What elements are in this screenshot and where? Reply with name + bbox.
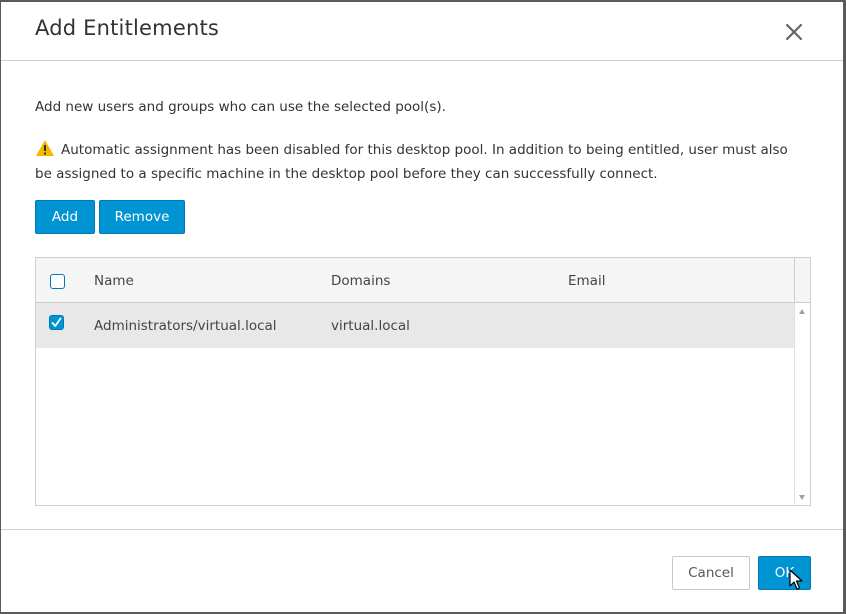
- warning-message: Automatic assignment has been disabled f…: [35, 138, 795, 186]
- column-header-domains[interactable]: Domains: [331, 273, 390, 289]
- remove-button[interactable]: Remove: [99, 200, 185, 234]
- grid-header: Name Domains Email: [36, 258, 794, 303]
- add-button[interactable]: Add: [35, 200, 95, 234]
- table-row[interactable]: Administrators/virtual.local virtual.loc…: [36, 303, 794, 348]
- entitlements-grid: Name Domains Email Administrators/virtua…: [35, 257, 811, 506]
- row-checkbox[interactable]: [49, 315, 64, 330]
- scroll-up-icon[interactable]: [799, 309, 805, 314]
- close-icon[interactable]: [781, 19, 807, 45]
- cancel-button[interactable]: Cancel: [672, 556, 750, 590]
- grid-scrollbar[interactable]: [794, 303, 810, 505]
- cell-domains: virtual.local: [331, 318, 410, 334]
- select-all-checkbox[interactable]: [50, 274, 65, 289]
- dialog-footer: Cancel OK: [1, 529, 843, 612]
- cell-name: Administrators/virtual.local: [94, 318, 277, 334]
- dialog-header: Add Entitlements: [1, 2, 843, 61]
- warning-text: Automatic assignment has been disabled f…: [35, 142, 788, 182]
- add-entitlements-dialog: Add Entitlements Add new users and group…: [1, 2, 843, 612]
- dialog-description: Add new users and groups who can use the…: [35, 99, 446, 115]
- column-header-name[interactable]: Name: [94, 273, 134, 289]
- grid-header-spacer: [794, 258, 810, 303]
- ok-button[interactable]: OK: [758, 556, 811, 590]
- column-header-email[interactable]: Email: [568, 273, 605, 289]
- scroll-down-icon[interactable]: [799, 495, 805, 500]
- dialog-title: Add Entitlements: [35, 16, 220, 40]
- checkmark-icon: [51, 317, 62, 327]
- mouse-cursor-icon: [789, 569, 803, 591]
- warning-icon: [35, 139, 55, 157]
